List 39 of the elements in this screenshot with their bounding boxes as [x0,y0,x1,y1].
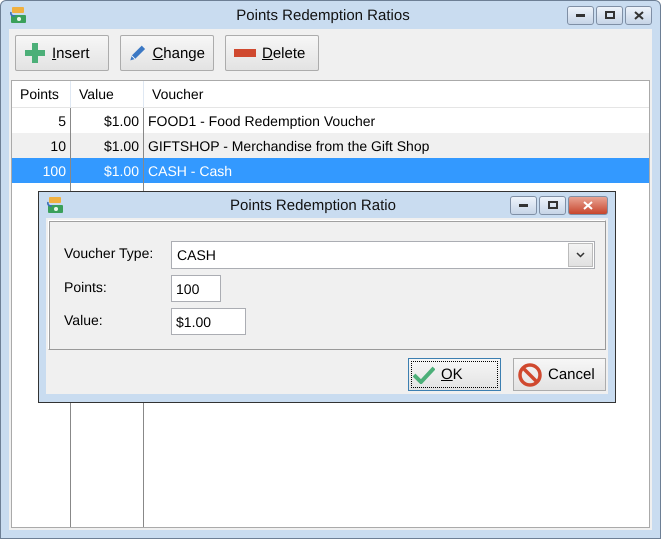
field-label: Voucher Type: [64,244,154,261]
window-title: Points Redemption Ratios [235,6,411,24]
app-icon [46,196,64,214]
close-button[interactable] [568,196,608,214]
input-field[interactable]: $1.00 [171,308,246,335]
plus-icon [24,42,46,64]
no-entry-icon [518,362,542,386]
table-cell: 100 [12,158,70,183]
app-icon [9,6,27,24]
close-icon [634,10,644,20]
maximize-button[interactable] [596,6,623,24]
maximize-icon [548,201,558,209]
field-label: Points: [64,278,108,295]
dialog-button[interactable]: Cancel [513,358,606,391]
table-cell: CASH - Cash [143,158,649,183]
toolbar-button[interactable]: Change [120,35,214,71]
dialog-title: Points Redemption Ratio [229,196,397,214]
maximize-button[interactable] [539,196,566,214]
dropdown-button[interactable] [568,243,593,267]
toolbar-button[interactable]: Delete [225,35,319,71]
table-cell: 10 [12,133,70,158]
minimize-button[interactable] [510,196,537,214]
checkmark-icon [413,366,435,384]
voucher-type-dropdown[interactable]: CASH [171,241,595,269]
table-cell: $1.00 [70,158,143,183]
toolbar-button[interactable]: Insert [15,35,109,71]
maximize-icon [604,11,614,19]
minus-icon [234,49,256,57]
minimize-icon [576,14,585,16]
minimize-button[interactable] [567,6,594,24]
table-cell: GIFTSHOP - Merchandise from the Gift Shop [143,133,649,158]
table-cell: $1.00 [70,133,143,158]
input-field[interactable]: 100 [171,275,221,302]
dialog-button[interactable]: OK [408,358,501,391]
field-label: Value: [64,311,104,328]
chevron-down-icon [576,252,585,258]
minimize-icon [519,204,528,206]
close-icon [583,200,593,210]
close-button[interactable] [625,6,652,24]
